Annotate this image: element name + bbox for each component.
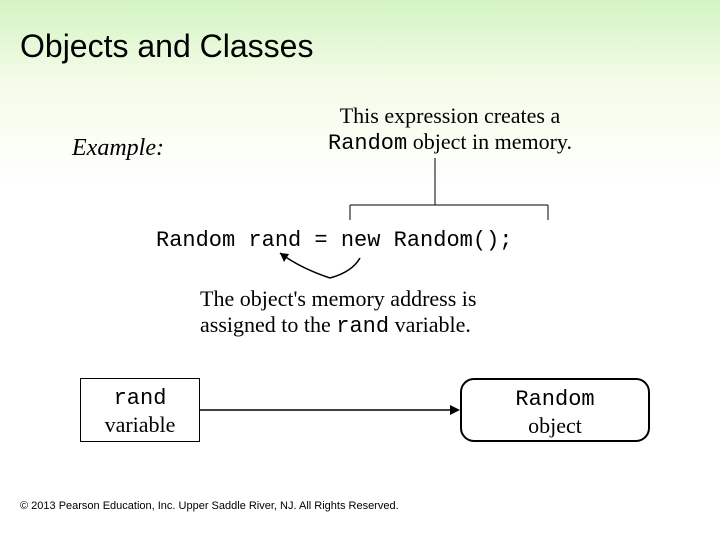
code-type: Random [156,228,235,253]
bottom-annotation-pre: assigned to the [200,312,336,337]
rand-variable-box: rand variable [80,378,200,442]
rand-box-code: rand [114,386,167,411]
top-annotation-line1: This expression creates a [340,103,561,128]
random-box-code: Random [515,387,594,412]
slide-title: Objects and Classes [20,28,313,65]
bottom-annotation-code: rand [336,314,389,339]
top-annotation-code: Random [328,131,407,156]
random-object-box: Random object [460,378,650,442]
example-label: Example: [72,135,164,162]
diagram-lines [0,0,720,540]
bottom-annotation: The object's memory address is assigned … [200,286,540,341]
code-var: rand [248,228,301,253]
bottom-annotation-post: variable. [389,312,471,337]
code-expr: new Random(); [341,228,513,253]
copyright: © 2013 Pearson Education, Inc. Upper Sad… [20,500,399,512]
random-box-label: object [528,413,582,438]
rand-box-label: variable [105,412,176,437]
top-annotation-rest: object in memory. [407,129,572,154]
code-eq: = [301,228,341,253]
code-line: Random rand = new Random(); [156,228,512,253]
bottom-annotation-line1: The object's memory address is [200,286,476,311]
top-annotation: This expression creates a Random object … [300,103,600,158]
